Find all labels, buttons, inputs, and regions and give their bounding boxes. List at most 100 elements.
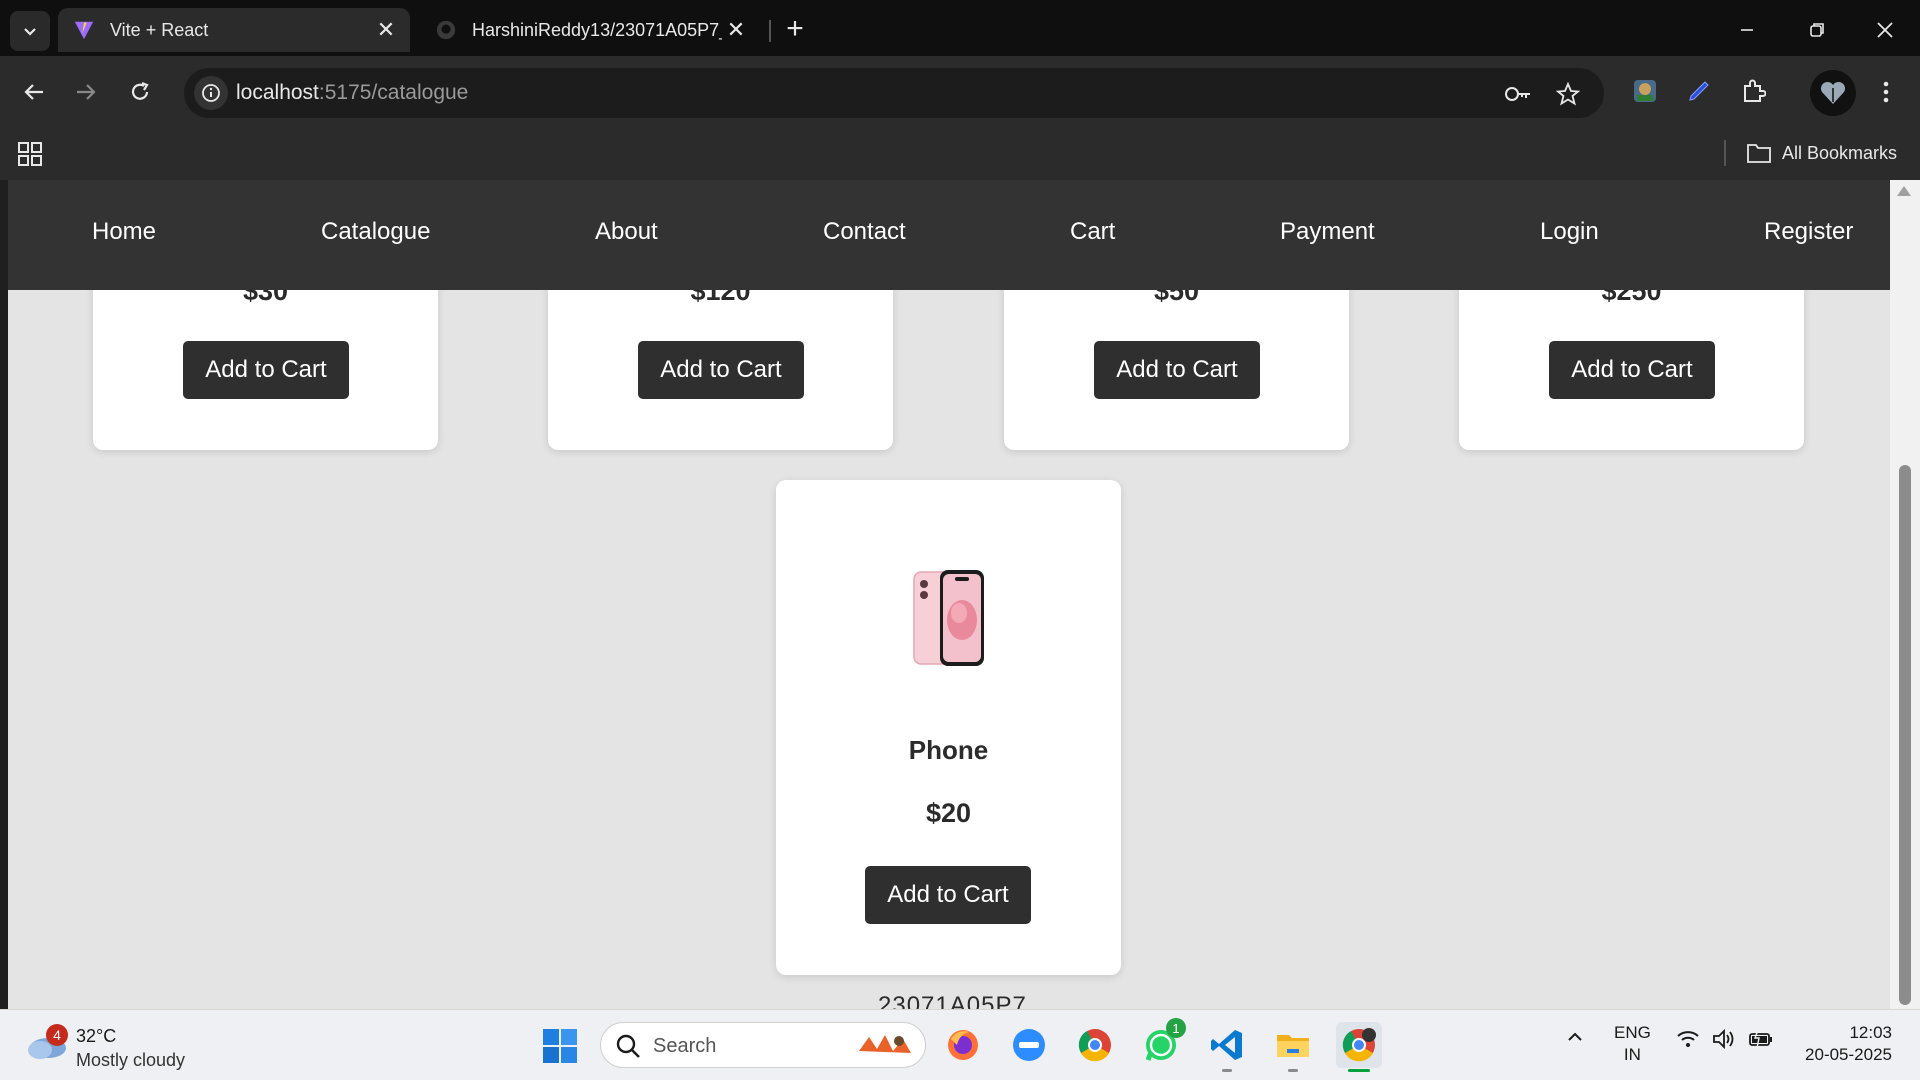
search-placeholder: Search [653,1035,717,1057]
close-icon[interactable]: ✕ [372,16,400,44]
windows-taskbar: 4 32°C Mostly cloudy Search 1 ENG IN 12:… [0,1009,1920,1080]
github-icon [434,18,458,42]
whatsapp-badge: 1 [1166,1018,1186,1038]
tab-divider [769,20,771,42]
restore-button[interactable] [1794,8,1840,52]
search-icon [616,1034,640,1058]
chrome-taskbar-icon[interactable] [1072,1022,1118,1068]
running-indicator [1348,1069,1370,1072]
firefox-taskbar-icon[interactable] [940,1022,986,1068]
volume-icon[interactable] [1712,1028,1736,1050]
close-icon[interactable]: ✕ [722,16,750,44]
product-name: Phone [908,735,989,765]
profile-heart-icon [1820,81,1846,104]
close-window-button[interactable] [1862,8,1908,52]
windows-start-icon[interactable] [542,1028,578,1064]
system-clock[interactable]: 12:03 20-05-2025 [1796,1022,1892,1066]
add-to-cart-button[interactable]: Add to Cart [638,341,804,399]
nav-link-contact[interactable]: Contact [823,218,906,246]
wifi-icon[interactable] [1676,1028,1700,1050]
forward-button[interactable] [66,72,106,112]
battery-charging-icon[interactable] [1748,1028,1774,1050]
folder-icon [1747,144,1771,163]
more-vertical-icon [1883,81,1889,103]
browser-titlebar: Vite + React ✕ HarshiniReddy13/23071A05P… [0,0,1920,56]
add-to-cart-button[interactable]: Add to Cart [183,341,349,399]
browser-menu-button[interactable] [1866,72,1906,112]
reload-button[interactable] [120,72,160,112]
tab-vite-react[interactable]: Vite + React ✕ [58,8,410,52]
reload-icon [131,81,149,100]
page-scrollbar[interactable] [1890,180,1920,1009]
site-info-icon[interactable] [194,76,228,110]
add-to-cart-button[interactable]: Add to Cart [1549,341,1715,399]
add-to-cart-button[interactable]: Add to Cart [1094,341,1260,399]
add-to-cart-button[interactable]: Add to Cart [865,866,1031,924]
language-indicator[interactable]: ENG IN [1614,1022,1651,1066]
tab-search-button[interactable] [10,11,50,51]
vite-logo-icon [72,18,96,42]
running-indicator [1288,1069,1298,1072]
back-arrow-icon [24,84,43,100]
product-price: $20 [925,798,972,828]
footer-roll-number: 23071A05P7 [878,992,1027,1009]
bookmarks-divider [1724,140,1726,166]
scroll-up-arrow-icon[interactable] [1897,186,1911,196]
nav-link-login[interactable]: Login [1540,218,1599,246]
new-tab-button[interactable]: + [778,12,812,46]
region-code: IN [1623,1045,1641,1064]
weather-condition: Mostly cloudy [76,1050,186,1070]
chrome-active-taskbar-icon[interactable] [1336,1022,1382,1072]
url-path: :5175/catalogue [318,81,469,104]
chevron-up-icon[interactable] [1566,1028,1584,1046]
address-bar[interactable]: localhost:5175/catalogue [184,68,1604,118]
apps-grid-icon[interactable] [16,140,44,168]
clock-time: 12:03 [1849,1023,1892,1042]
minimize-icon [1741,29,1753,31]
close-icon [1877,22,1893,38]
all-bookmarks-button[interactable]: All Bookmarks [1746,138,1897,168]
tab-github[interactable]: HarshiniReddy13/23071A05P7_ ✕ [420,8,760,52]
language-code: ENG [1614,1023,1651,1042]
profile-avatar[interactable] [1810,70,1856,116]
site-navbar: Home Catalogue About Contact Cart Paymen… [8,180,1890,290]
nav-link-payment[interactable]: Payment [1280,218,1375,246]
nav-link-cart[interactable]: Cart [1070,218,1115,246]
search-highlight-art-icon [859,1035,911,1053]
extension-avatar-icon[interactable] [1628,74,1662,108]
nav-link-register[interactable]: Register [1764,218,1853,246]
nav-link-about[interactable]: About [595,218,658,246]
bookmarks-bar: All Bookmarks [0,130,1920,180]
forward-arrow-icon [77,84,96,100]
url-text[interactable]: localhost:5175/catalogue [236,81,468,105]
page-viewport: Home Catalogue About Contact Cart Paymen… [0,180,1920,1009]
taskbar-search-box[interactable]: Search [600,1022,926,1068]
all-bookmarks-label: All Bookmarks [1782,142,1898,163]
nav-link-home[interactable]: Home [92,218,156,246]
weather-badge: 4 [46,1024,68,1046]
catalogue-page: Home Catalogue About Contact Cart Paymen… [8,180,1890,1009]
tab-title: HarshiniReddy13/23071A05P7_ [472,19,722,40]
zoom-taskbar-icon[interactable] [1006,1022,1052,1068]
weather-temperature: 32°C [76,1026,117,1046]
clock-date: 20-05-2025 [1805,1045,1892,1064]
tab-title: Vite + React [110,19,209,40]
nav-link-catalogue[interactable]: Catalogue [321,218,430,246]
pen-extension-icon[interactable] [1682,74,1716,108]
chevron-down-icon [24,28,36,36]
browser-toolbar: localhost:5175/catalogue [0,56,1920,130]
restore-icon [1810,23,1824,37]
pink-smartphone-image [912,568,988,668]
weather-widget[interactable]: 4 32°C Mostly cloudy [26,1022,226,1070]
minimize-button[interactable] [1724,8,1770,52]
password-key-icon[interactable] [1504,80,1532,108]
back-button[interactable] [14,72,54,112]
bookmark-star-icon[interactable] [1554,80,1582,108]
scrollbar-thumb[interactable] [1899,465,1911,1005]
file-explorer-taskbar-icon[interactable] [1270,1022,1316,1072]
product-card-phone: Phone $20 Add to Cart [776,480,1121,975]
extensions-puzzle-icon[interactable] [1736,74,1770,108]
whatsapp-taskbar-icon[interactable]: 1 [1138,1018,1186,1068]
running-indicator [1222,1069,1232,1072]
vscode-taskbar-icon[interactable] [1204,1022,1250,1072]
